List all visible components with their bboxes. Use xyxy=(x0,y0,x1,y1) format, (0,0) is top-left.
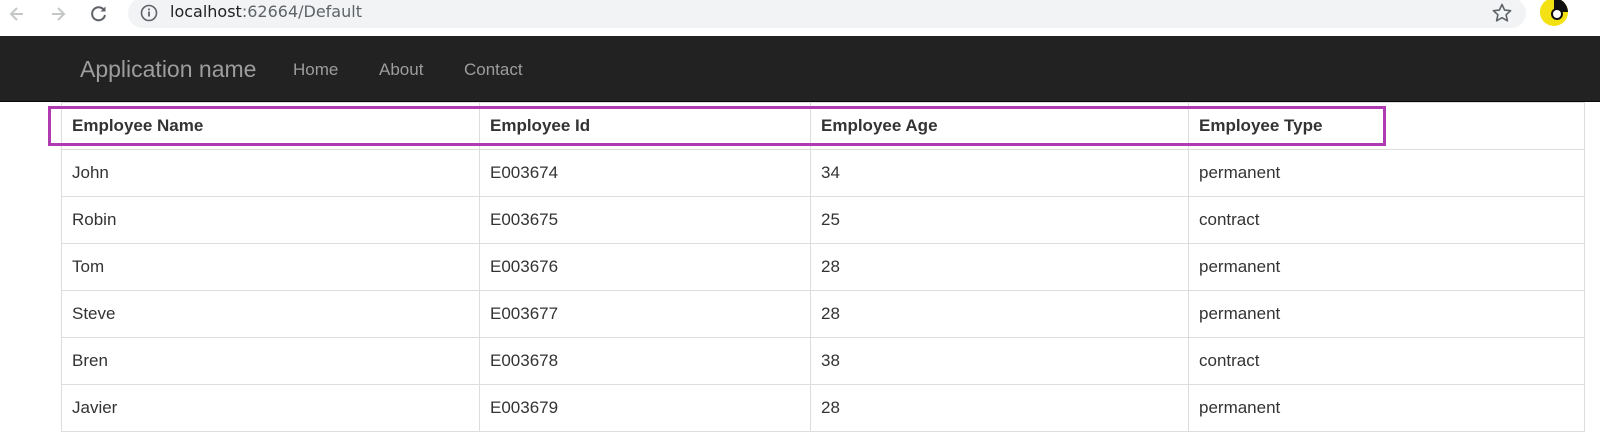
nav-link-home[interactable]: Home xyxy=(293,60,338,80)
nav-link-about[interactable]: About xyxy=(379,60,423,80)
reload-icon xyxy=(91,6,106,22)
cell-employee-name: Tom xyxy=(61,243,480,291)
back-arrow-icon xyxy=(9,7,23,21)
cell-employee-type: permanent xyxy=(1188,384,1585,432)
avatar-icon xyxy=(1540,0,1568,26)
table-row: John E003674 34 permanent xyxy=(61,149,1585,197)
brand-link[interactable]: Application name xyxy=(80,56,256,83)
url-path: :62664/Default xyxy=(241,2,362,21)
star-icon[interactable] xyxy=(1490,1,1514,25)
cell-employee-name: John xyxy=(61,149,480,197)
cell-employee-type: permanent xyxy=(1188,290,1585,338)
cell-employee-id: E003674 xyxy=(479,149,811,197)
cell-employee-name: Javier xyxy=(61,384,480,432)
cell-employee-id: E003676 xyxy=(479,243,811,291)
cell-employee-age: 28 xyxy=(810,384,1189,432)
table-row: Robin E003675 25 contract xyxy=(61,196,1585,244)
cell-employee-name: Steve xyxy=(61,290,480,338)
table-row: Javier E003679 28 permanent xyxy=(61,384,1585,432)
cell-employee-id: E003679 xyxy=(479,384,811,432)
url-text[interactable]: localhost:62664/Default xyxy=(170,2,362,21)
column-header-employee-type: Employee Type xyxy=(1188,102,1585,150)
forward-arrow-icon xyxy=(52,7,66,21)
cell-employee-type: contract xyxy=(1188,337,1585,385)
cell-employee-age: 34 xyxy=(810,149,1189,197)
cell-employee-type: contract xyxy=(1188,196,1585,244)
cell-employee-age: 25 xyxy=(810,196,1189,244)
app-navbar: Application name Home About Contact xyxy=(0,36,1600,102)
cell-employee-age: 28 xyxy=(810,290,1189,338)
employee-table: Employee Name Employee Id Employee Age E… xyxy=(61,102,1585,432)
address-bar[interactable]: localhost:62664/Default xyxy=(128,0,1526,28)
profile-avatar[interactable] xyxy=(1540,0,1568,26)
cell-employee-id: E003677 xyxy=(479,290,811,338)
column-header-employee-name: Employee Name xyxy=(61,102,480,150)
column-header-employee-age: Employee Age xyxy=(810,102,1189,150)
info-icon[interactable] xyxy=(140,4,158,22)
nav-link-contact[interactable]: Contact xyxy=(464,60,523,80)
forward-button[interactable] xyxy=(43,0,73,28)
cell-employee-age: 38 xyxy=(810,337,1189,385)
column-header-employee-id: Employee Id xyxy=(479,102,811,150)
table-row: Steve E003677 28 permanent xyxy=(61,290,1585,338)
back-button[interactable] xyxy=(2,0,32,28)
table-row: Bren E003678 38 contract xyxy=(61,337,1585,385)
cell-employee-type: permanent xyxy=(1188,149,1585,197)
cell-employee-name: Bren xyxy=(61,337,480,385)
table-header-row: Employee Name Employee Id Employee Age E… xyxy=(61,102,1585,150)
url-host: localhost xyxy=(170,2,242,21)
reload-button[interactable] xyxy=(84,0,114,28)
cell-employee-name: Robin xyxy=(61,196,480,244)
cell-employee-id: E003675 xyxy=(479,196,811,244)
cell-employee-type: permanent xyxy=(1188,243,1585,291)
browser-toolbar: localhost:62664/Default xyxy=(0,0,1600,36)
cell-employee-id: E003678 xyxy=(479,337,811,385)
table-row: Tom E003676 28 permanent xyxy=(61,243,1585,291)
cell-employee-age: 28 xyxy=(810,243,1189,291)
employee-table-container: Employee Name Employee Id Employee Age E… xyxy=(61,102,1585,432)
